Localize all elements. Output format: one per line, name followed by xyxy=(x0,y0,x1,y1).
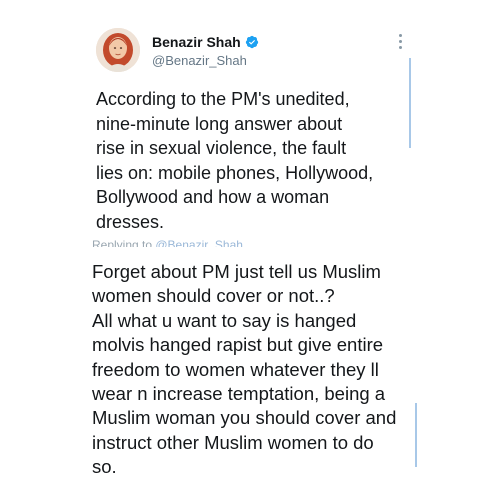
author-name[interactable]: Benazir Shah xyxy=(152,34,259,50)
author-handle[interactable]: @Benazir_Shah xyxy=(152,53,247,68)
avatar[interactable] xyxy=(96,28,140,72)
scroll-indicator-bottom xyxy=(415,403,417,467)
tweet-text: According to the PM's unedited, nine-min… xyxy=(96,89,374,232)
replying-to-line: Replying to @Benazir_Shah xyxy=(92,234,412,247)
tweet-card: Benazir Shah @Benazir_Shah According to … xyxy=(0,0,500,500)
reply-text: Forget about PM just tell us Muslim wome… xyxy=(92,261,397,478)
more-vertical-icon[interactable] xyxy=(397,34,403,52)
verified-badge-icon xyxy=(245,35,258,49)
profile-avatar-icon xyxy=(96,28,140,72)
author-name-text: Benazir Shah xyxy=(152,34,241,50)
replying-prefix: Replying to xyxy=(92,238,156,247)
replying-handle-link[interactable]: @Benazir_Shah xyxy=(155,238,243,247)
